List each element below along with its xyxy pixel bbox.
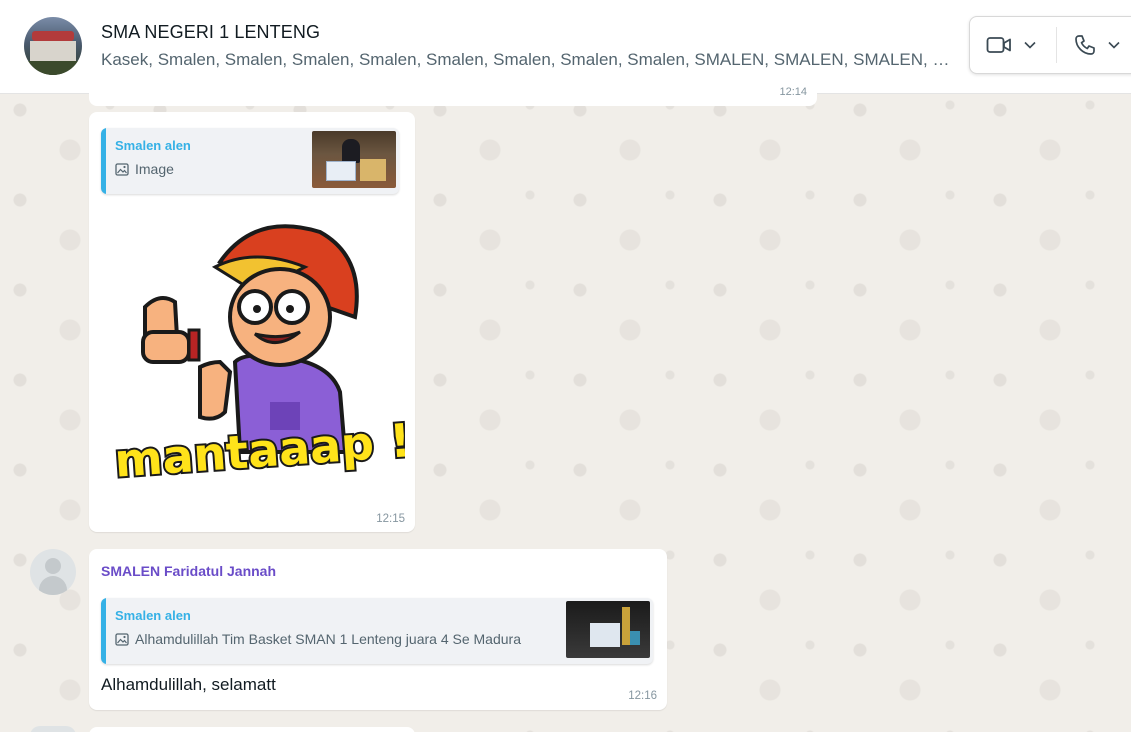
image-icon xyxy=(115,632,129,646)
sender-name[interactable]: SMALEN Faridatul Jannah xyxy=(101,563,276,579)
message-time: 12:15 xyxy=(376,513,405,525)
sticker-caption: mantaaap ! xyxy=(113,413,405,488)
video-camera-icon xyxy=(986,37,1011,53)
phone-icon xyxy=(1075,35,1095,55)
message-time: 12:16 xyxy=(628,690,657,702)
video-call-button[interactable] xyxy=(986,17,1056,73)
group-avatar[interactable] xyxy=(24,17,82,75)
call-divider xyxy=(1056,27,1057,63)
next-sender-avatar-stub xyxy=(30,726,76,732)
quoted-message[interactable]: Smalen alen Alhamdulillah Tim Basket SMA… xyxy=(101,598,653,664)
chat-header: SMA NEGERI 1 LENTENG Kasek, Smalen, Smal… xyxy=(0,0,1131,94)
next-message-stub xyxy=(89,727,415,732)
chevron-down-icon xyxy=(1108,41,1120,49)
message-time: 12:14 xyxy=(779,86,807,98)
voice-call-button[interactable] xyxy=(1074,17,1131,73)
quoted-text: Alhamdulillah Tim Basket SMAN 1 Lenteng … xyxy=(135,631,521,647)
chevron-down-icon xyxy=(1024,41,1036,49)
call-controls xyxy=(969,16,1131,74)
image-icon xyxy=(115,162,129,176)
previous-message-bubble: 12:14 xyxy=(89,82,817,106)
quoted-thumbnail xyxy=(312,131,396,188)
quoted-text: Image xyxy=(135,161,174,177)
quoted-message[interactable]: Smalen alen Image xyxy=(101,128,399,194)
sticker-message-bubble[interactable]: Smalen alen Image mantaaap ! 12:15 xyxy=(89,112,415,532)
group-title[interactable]: SMA NEGERI 1 LENTENG xyxy=(101,22,320,43)
quoted-author: Smalen alen xyxy=(115,608,191,623)
group-members[interactable]: Kasek, Smalen, Smalen, Smalen, Smalen, S… xyxy=(101,50,951,70)
mantaaap-sticker[interactable]: mantaaap ! xyxy=(105,212,405,502)
quoted-author: Smalen alen xyxy=(115,138,191,153)
message-text: Alhamdulillah, selamatt xyxy=(101,675,276,694)
text-message-bubble[interactable]: SMALEN Faridatul Jannah Smalen alen Alha… xyxy=(89,549,667,710)
quoted-thumbnail xyxy=(566,601,650,658)
sender-avatar[interactable] xyxy=(30,549,76,595)
